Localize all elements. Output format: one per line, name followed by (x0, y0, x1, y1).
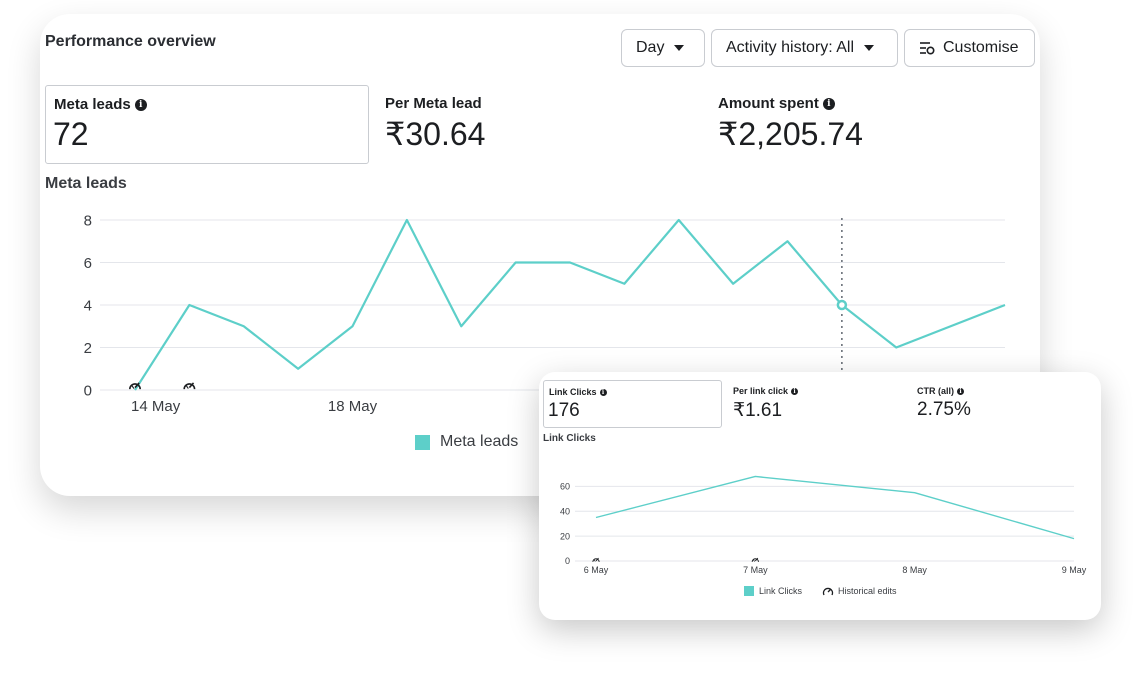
legend-swatch (415, 434, 430, 450)
series-line (595, 475, 1075, 540)
chart-legend: Meta leads (415, 433, 518, 451)
legend-label: Meta leads (440, 433, 519, 450)
historical-edit-icon (183, 382, 196, 390)
link-clicks-line-chart: 0 20 40 60 6 May 7 May 8 May 9 May (560, 475, 1087, 575)
chart-legend: Link Clicks Historical edits (744, 586, 897, 596)
y-tick-label: 8 (84, 212, 92, 229)
y-tick-label: 6 (84, 255, 92, 272)
legend-edits-label: Historical edits (838, 586, 897, 596)
hover-point (836, 299, 848, 311)
y-tick-label: 0 (84, 382, 92, 399)
legend-swatch (744, 586, 754, 596)
y-tick-label: 20 (560, 531, 570, 541)
x-tick-label: 9 May (1062, 565, 1087, 575)
y-tick-label: 0 (565, 556, 570, 566)
link-clicks-card: Link Clicks i 176 Per link click i ₹1.61… (539, 372, 1101, 620)
x-tick-label: 7 May (743, 565, 768, 575)
legend-label: Link Clicks (759, 586, 803, 596)
y-tick-label: 60 (560, 482, 570, 492)
x-tick-label: 8 May (902, 565, 927, 575)
y-tick-label: 4 (84, 297, 92, 314)
historical-edits-icon (822, 587, 834, 596)
x-tick-label: 18 May (328, 398, 378, 415)
y-tick-label: 2 (84, 340, 92, 357)
x-tick-label: 14 May (131, 398, 181, 415)
x-tick-label: 6 May (584, 565, 609, 575)
y-tick-label: 40 (560, 506, 570, 516)
